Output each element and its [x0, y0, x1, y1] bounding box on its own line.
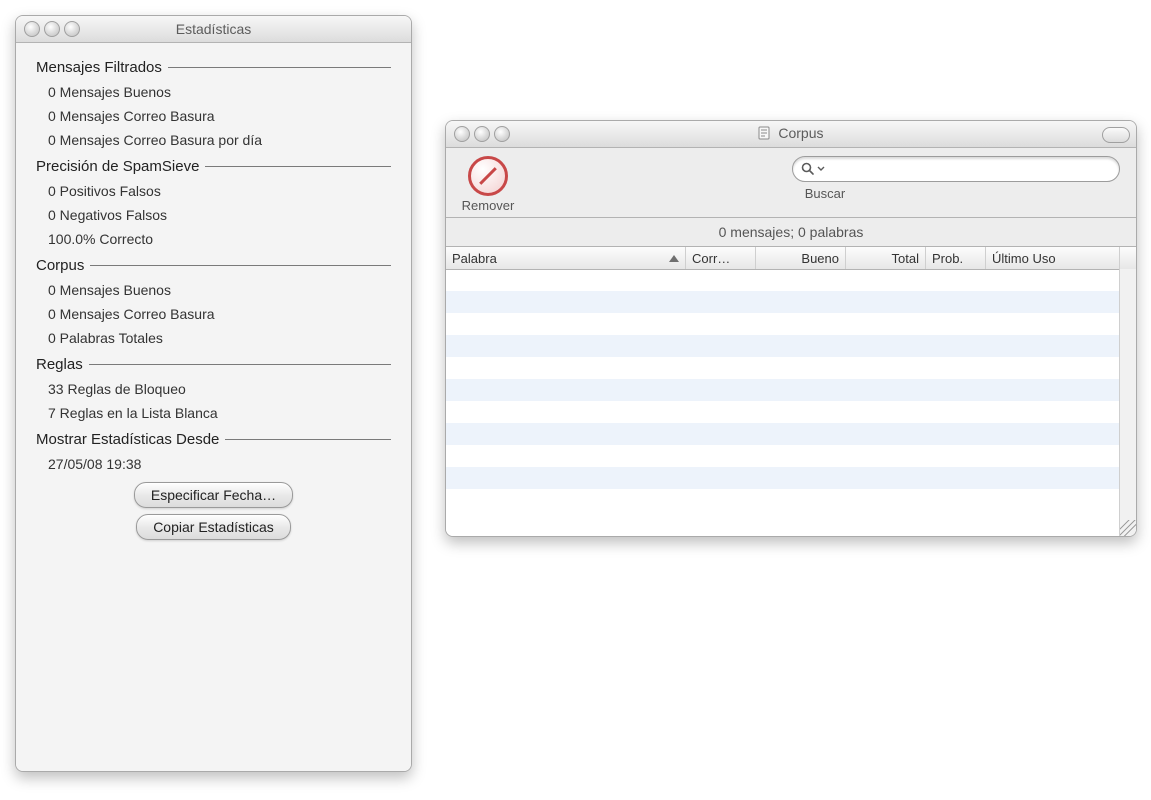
- col-word[interactable]: Palabra: [446, 247, 686, 269]
- sort-asc-icon: [669, 255, 679, 262]
- col-word-label: Palabra: [452, 251, 497, 266]
- table-header: Palabra Corr… Bueno Total Prob. Último U…: [446, 247, 1136, 270]
- table-row: [446, 335, 1120, 357]
- search-input-field[interactable]: [829, 161, 1111, 178]
- document-icon: [758, 126, 770, 143]
- stat-since-date: 27/05/08 19:38: [48, 456, 391, 472]
- resize-grip-icon[interactable]: [1120, 520, 1136, 536]
- stat-corpus-good: 0 Mensajes Buenos: [48, 282, 391, 298]
- corpus-table: Palabra Corr… Bueno Total Prob. Último U…: [446, 247, 1136, 536]
- stat-junk-per-day: 0 Mensajes Correo Basura por día: [48, 132, 391, 148]
- search-input[interactable]: [792, 156, 1120, 182]
- toolbar-toggle-icon[interactable]: [1102, 127, 1130, 143]
- divider-icon: [225, 439, 391, 440]
- corpus-toolbar: Remover Buscar: [446, 148, 1136, 218]
- chevron-down-icon: [817, 166, 825, 172]
- stat-correct: 100.0% Correcto: [48, 231, 391, 247]
- col-good[interactable]: Bueno: [756, 247, 846, 269]
- corpus-title-text: Corpus: [778, 125, 823, 141]
- divider-icon: [89, 364, 391, 365]
- remove-label: Remover: [462, 198, 515, 213]
- window-controls: [454, 126, 510, 142]
- corpus-status: 0 mensajes; 0 palabras: [446, 218, 1136, 247]
- stat-block-rules: 33 Reglas de Bloqueo: [48, 381, 391, 397]
- divider-icon: [168, 67, 391, 68]
- remove-button[interactable]: Remover: [458, 156, 518, 213]
- close-icon[interactable]: [24, 21, 40, 37]
- remove-icon: [468, 156, 508, 196]
- col-last[interactable]: Último Uso: [986, 247, 1120, 269]
- stats-body: Mensajes Filtrados 0 Mensajes Buenos 0 M…: [16, 43, 411, 772]
- section-filtered: Mensajes Filtrados 0 Mensajes Buenos 0 M…: [36, 59, 391, 148]
- zoom-icon[interactable]: [494, 126, 510, 142]
- stat-false-positives: 0 Positivos Falsos: [48, 183, 391, 199]
- section-corpus: Corpus 0 Mensajes Buenos 0 Mensajes Corr…: [36, 257, 391, 346]
- section-precision: Precisión de SpamSieve 0 Positivos Falso…: [36, 158, 391, 247]
- table-row: [446, 313, 1120, 335]
- table-row: [446, 269, 1120, 291]
- minimize-icon[interactable]: [44, 21, 60, 37]
- table-row: [446, 467, 1120, 489]
- table-row: [446, 401, 1120, 423]
- section-rules: Reglas 33 Reglas de Bloqueo 7 Reglas en …: [36, 356, 391, 421]
- section-rules-title: Reglas: [36, 356, 83, 373]
- section-since-title: Mostrar Estadísticas Desde: [36, 431, 219, 448]
- vertical-scrollbar[interactable]: [1119, 269, 1136, 536]
- minimize-icon[interactable]: [474, 126, 490, 142]
- table-row: [446, 379, 1120, 401]
- window-controls: [24, 21, 80, 37]
- stat-good-messages: 0 Mensajes Buenos: [48, 84, 391, 100]
- search-icon: [801, 162, 815, 176]
- section-filtered-title: Mensajes Filtrados: [36, 59, 162, 76]
- section-precision-title: Precisión de SpamSieve: [36, 158, 199, 175]
- table-row: [446, 423, 1120, 445]
- corpus-window: Corpus Remover Buscar 0 mensajes; 0 pala…: [445, 120, 1137, 537]
- table-row: [446, 291, 1120, 313]
- table-row: [446, 445, 1120, 467]
- corpus-titlebar[interactable]: Corpus: [446, 121, 1136, 148]
- col-scroll-spacer: [1120, 247, 1136, 269]
- corpus-title: Corpus: [446, 125, 1136, 143]
- table-rows: [446, 269, 1120, 536]
- col-prob[interactable]: Prob.: [926, 247, 986, 269]
- section-corpus-title: Corpus: [36, 257, 84, 274]
- copy-stats-button[interactable]: Copiar Estadísticas: [136, 514, 291, 540]
- search-block: Buscar: [530, 156, 1120, 201]
- stat-false-negatives: 0 Negativos Falsos: [48, 207, 391, 223]
- zoom-icon[interactable]: [64, 21, 80, 37]
- divider-icon: [205, 166, 391, 167]
- stats-window: Estadísticas Mensajes Filtrados 0 Mensaj…: [15, 15, 412, 772]
- stats-titlebar[interactable]: Estadísticas: [16, 16, 411, 43]
- search-label: Buscar: [805, 186, 845, 201]
- col-total[interactable]: Total: [846, 247, 926, 269]
- col-junk[interactable]: Corr…: [686, 247, 756, 269]
- stat-allow-rules: 7 Reglas en la Lista Blanca: [48, 405, 391, 421]
- table-row: [446, 357, 1120, 379]
- stat-junk-messages: 0 Mensajes Correo Basura: [48, 108, 391, 124]
- stat-corpus-words: 0 Palabras Totales: [48, 330, 391, 346]
- close-icon[interactable]: [454, 126, 470, 142]
- section-since: Mostrar Estadísticas Desde 27/05/08 19:3…: [36, 431, 391, 472]
- divider-icon: [90, 265, 391, 266]
- stat-corpus-junk: 0 Mensajes Correo Basura: [48, 306, 391, 322]
- specify-date-button[interactable]: Especificar Fecha…: [134, 482, 293, 508]
